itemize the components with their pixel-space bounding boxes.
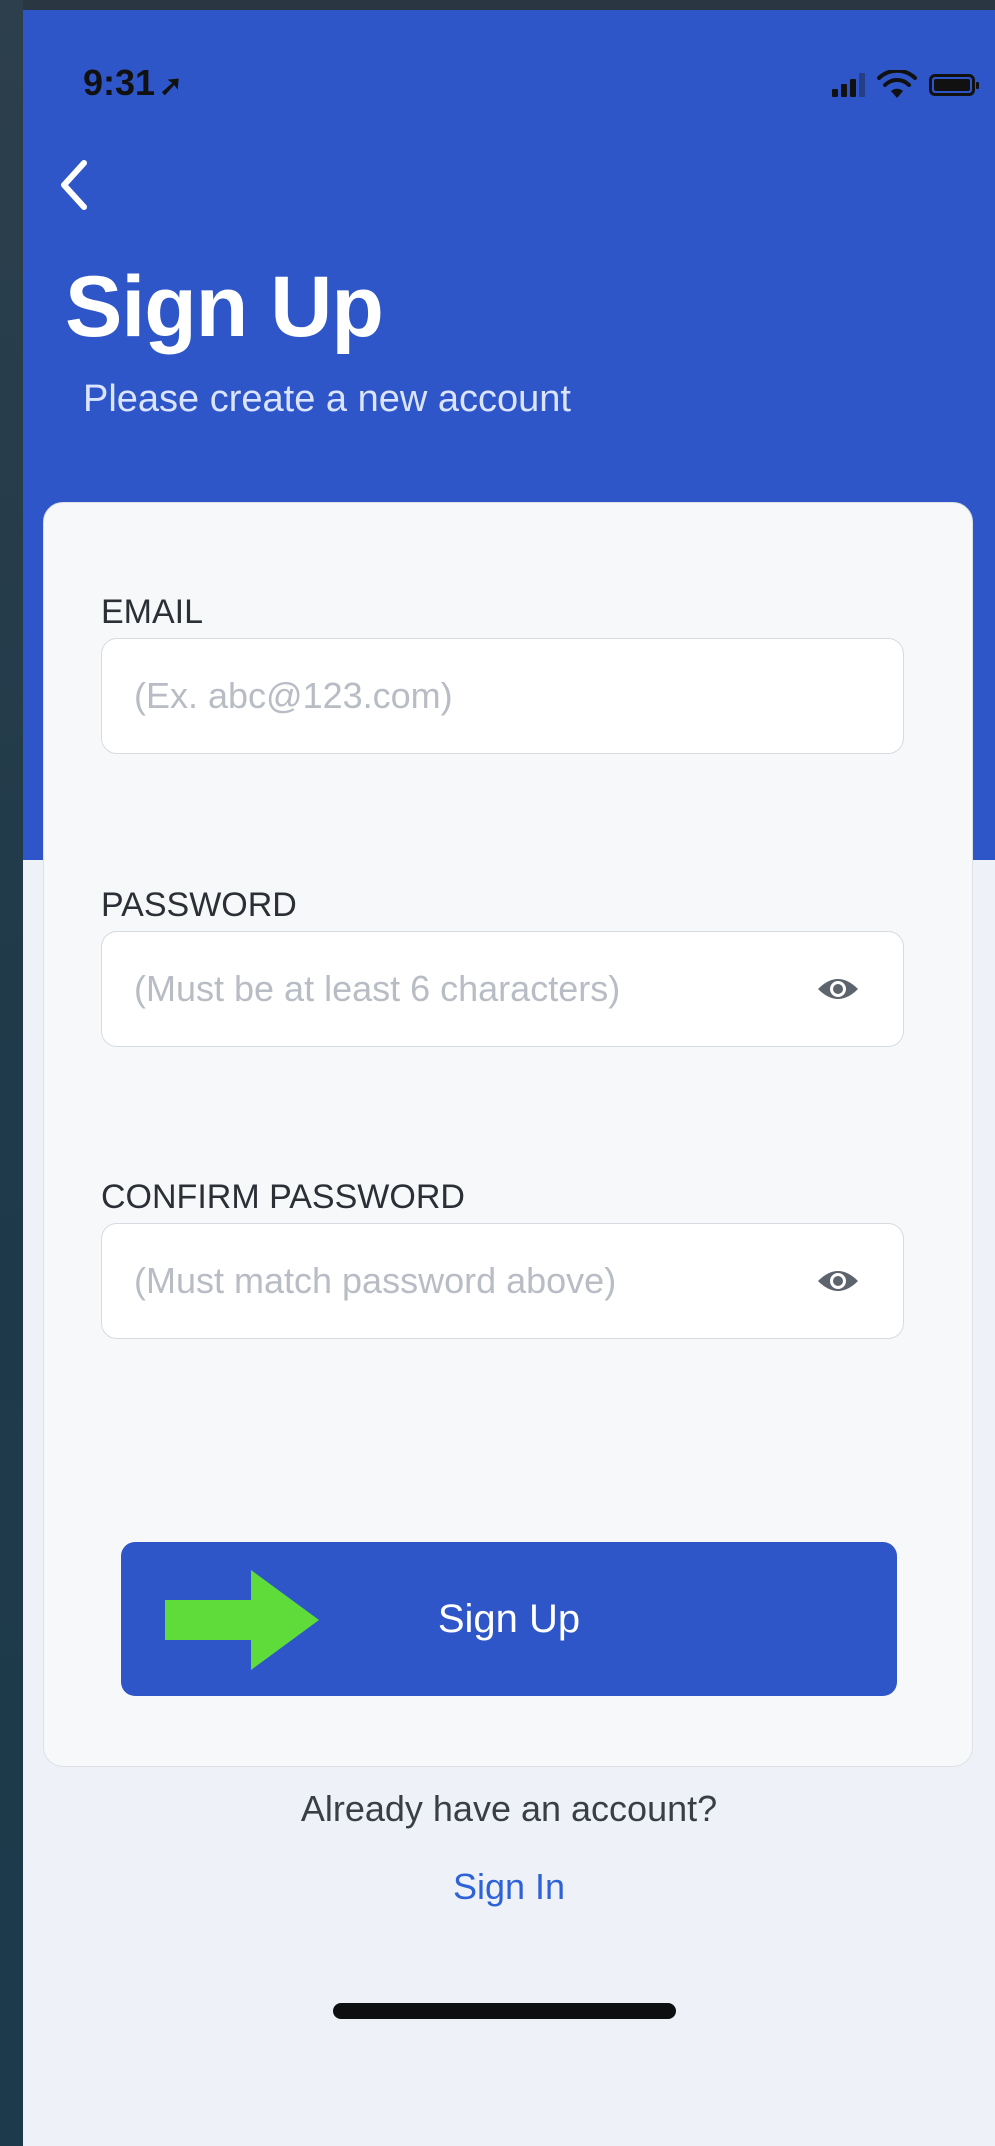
signal-icon <box>832 73 865 97</box>
password-label: PASSWORD <box>101 886 297 924</box>
email-label: EMAIL <box>101 593 204 631</box>
eye-icon <box>818 1271 858 1291</box>
back-button[interactable] <box>43 150 103 220</box>
battery-icon <box>929 74 979 96</box>
home-indicator <box>333 2003 676 2019</box>
screen-top-edge <box>0 0 995 10</box>
already-have-account-text: Already have an account? <box>300 1788 718 1829</box>
confirm-password-visibility-toggle[interactable] <box>808 1251 868 1311</box>
sign-up-button-label: Sign Up <box>437 1596 581 1641</box>
chevron-left-icon <box>61 160 87 210</box>
page-subtitle: Please create a new account <box>83 378 571 420</box>
email-field[interactable] <box>101 638 904 754</box>
sign-up-button[interactable]: Sign Up <box>121 1542 897 1696</box>
confirm-password-field[interactable] <box>101 1223 904 1339</box>
phone-screen: 9:31 ➚ Sign Up Please create a new accoun… <box>23 10 995 2146</box>
eye-icon <box>818 979 858 999</box>
page-title: Sign Up <box>65 259 384 355</box>
screen-left-edge <box>0 0 23 2146</box>
status-time-text: 9:31 <box>83 62 156 103</box>
email-input[interactable] <box>102 638 903 754</box>
location-arrow-icon: ➚ <box>159 70 183 101</box>
password-field[interactable] <box>101 931 904 1047</box>
sign-in-link[interactable]: Sign In <box>23 1866 995 1908</box>
password-input[interactable] <box>102 931 808 1047</box>
status-bar-icons <box>832 70 979 100</box>
confirm-password-input[interactable] <box>102 1223 808 1339</box>
wifi-icon <box>877 70 917 98</box>
password-visibility-toggle[interactable] <box>808 959 868 1019</box>
status-bar-time: 9:31 ➚ <box>83 62 183 104</box>
confirm-password-label: CONFIRM PASSWORD <box>101 1178 465 1216</box>
